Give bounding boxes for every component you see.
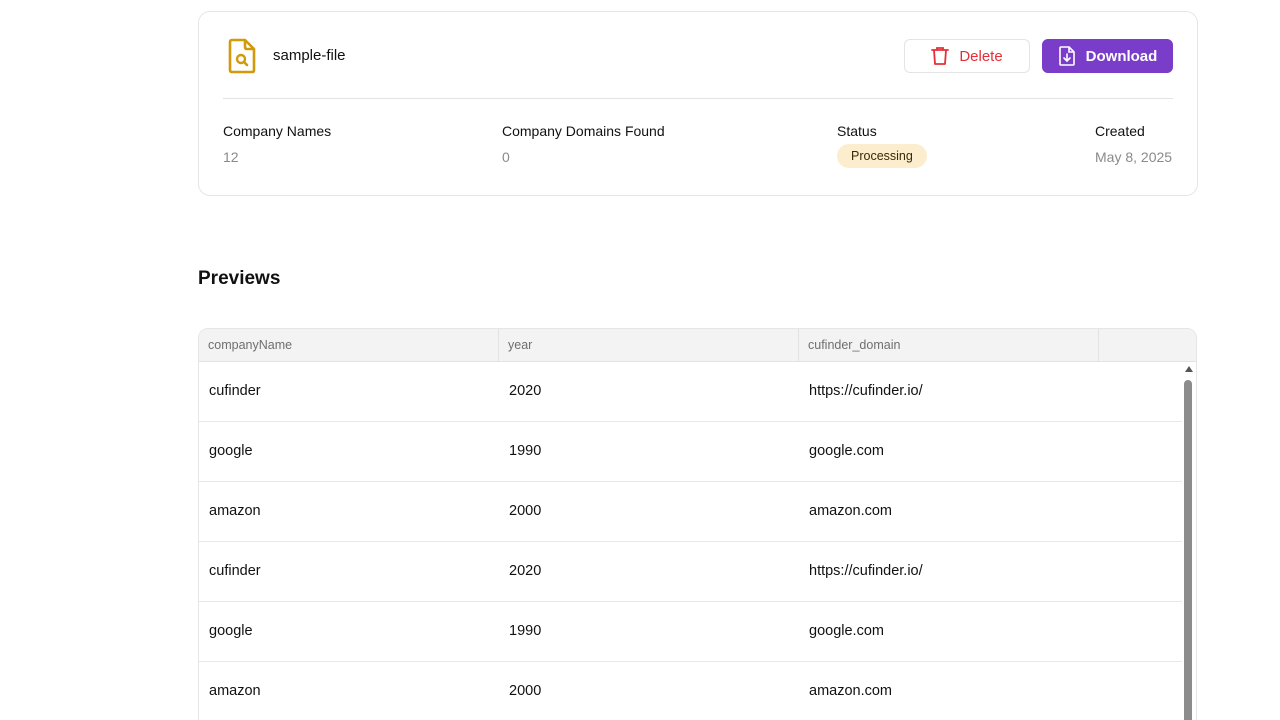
stat-value: 12 (223, 149, 239, 165)
table-cell: google (209, 623, 253, 639)
file-download-icon (1058, 46, 1076, 66)
stat-status: Status Processing (837, 123, 927, 168)
table-cell: amazon (209, 683, 261, 699)
table-row: cufinder 2020 https://cufinder.io/ (199, 362, 1184, 422)
stat-label: Company Domains Found (502, 123, 665, 139)
scroll-thumb[interactable] (1184, 380, 1192, 720)
table-row: cufinder 2020 https://cufinder.io/ (199, 542, 1184, 602)
table-body: cufinder 2020 https://cufinder.io/ googl… (199, 362, 1184, 720)
table-cell: 2020 (509, 383, 542, 399)
stat-domains-found: Company Domains Found 0 (502, 123, 665, 165)
download-button[interactable]: Download (1042, 39, 1173, 73)
table-cell: google.com (809, 443, 884, 459)
download-label: Download (1085, 47, 1158, 65)
table-row: google 1990 google.com (199, 602, 1184, 662)
table-cell: google (209, 443, 253, 459)
table-cell: amazon (209, 503, 261, 519)
table-cell: 1990 (509, 443, 542, 459)
table-row: google 1990 google.com (199, 422, 1184, 482)
table-cell: amazon.com (809, 503, 893, 519)
table-cell: https://cufinder.io/ (809, 563, 923, 579)
column-header[interactable]: year (499, 329, 799, 361)
divider (223, 98, 1173, 99)
table-cell: 1990 (509, 623, 542, 639)
scroll-up-arrow-icon[interactable] (1185, 366, 1193, 372)
column-header (1099, 329, 1196, 361)
stat-value: May 8, 2025 (1095, 149, 1173, 165)
table-scrollbar[interactable] (1182, 362, 1196, 720)
table-row: amazon 2000 amazon.com (199, 482, 1184, 542)
table-row: amazon 2000 amazon.com (199, 662, 1184, 720)
preview-table: companyName year cufinder_domain cufinde… (198, 328, 1197, 720)
table-cell: cufinder (209, 563, 261, 579)
delete-button[interactable]: Delete (904, 39, 1030, 73)
column-header[interactable]: companyName (199, 329, 499, 361)
file-search-icon (227, 37, 259, 75)
table-cell: 2020 (509, 563, 542, 579)
stat-created: Created May 8, 2025 (1095, 123, 1172, 165)
file-card: sample-file Delete Download Company Name… (198, 11, 1198, 196)
file-header: sample-file Delete Download (223, 37, 1173, 75)
table-cell: google.com (809, 623, 884, 639)
section-title: Previews (198, 268, 281, 289)
table-cell: cufinder (209, 383, 261, 399)
stat-company-names: Company Names 12 (223, 123, 331, 165)
trash-icon (931, 46, 950, 66)
stat-value: 0 (502, 149, 510, 165)
stat-label: Status (837, 123, 877, 139)
table-cell: https://cufinder.io/ (809, 383, 923, 399)
table-cell: amazon.com (809, 683, 893, 699)
delete-label: Delete (959, 47, 1003, 65)
table-header: companyName year cufinder_domain (199, 329, 1196, 362)
table-cell: 2000 (509, 503, 542, 519)
stat-label: Created (1095, 123, 1145, 139)
table-cell: 2000 (509, 683, 542, 699)
status-badge: Processing (837, 144, 927, 168)
file-name: sample-file (273, 47, 346, 64)
stat-label: Company Names (223, 123, 332, 139)
column-header[interactable]: cufinder_domain (799, 329, 1099, 361)
